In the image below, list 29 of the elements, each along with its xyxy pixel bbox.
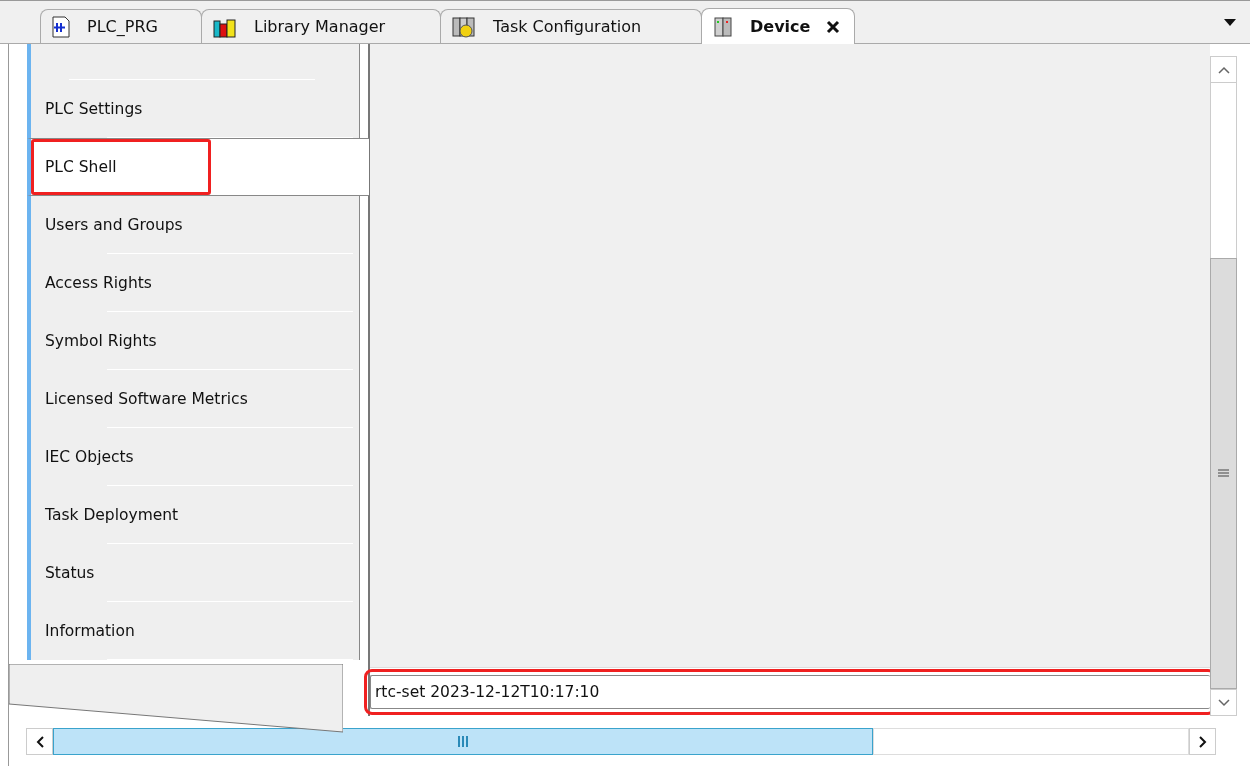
dropdown-icon[interactable] [1224, 19, 1236, 27]
chevron-down-icon [1217, 698, 1230, 707]
close-icon[interactable] [826, 19, 841, 34]
sidebar-item[interactable]: PLC Settings [27, 80, 360, 138]
scroll-left-button[interactable] [26, 728, 53, 755]
sidebar-item[interactable]: Licensed Software Metrics [27, 370, 360, 428]
scroll-right-button[interactable] [1189, 728, 1216, 755]
scroll-up-button[interactable] [1210, 56, 1237, 83]
document-icon [51, 15, 71, 38]
sidebar-item[interactable]: Access Rights [27, 254, 360, 312]
gear-cabinet-icon [451, 15, 477, 38]
grip-icon [1218, 468, 1229, 479]
editor-tab[interactable]: PLC_PRG [40, 9, 202, 43]
chevron-left-icon [35, 735, 44, 748]
editor-tab[interactable]: Device [701, 8, 856, 44]
chevron-up-icon [1217, 65, 1230, 74]
scroll-thumb[interactable] [53, 728, 873, 755]
grip-icon [457, 736, 469, 747]
sidebar-item[interactable]: Status [27, 544, 360, 602]
sidebar-item[interactable]: IEC Objects [27, 428, 360, 486]
sidebar-item[interactable]: Users and Groups [27, 196, 360, 254]
sidebar-item[interactable]: Symbol Rights [27, 312, 360, 370]
sidebar-item[interactable]: Task Deployment [27, 486, 360, 544]
scroll-down-button[interactable] [1210, 689, 1237, 716]
sidebar-item[interactable]: Information [27, 602, 360, 660]
scroll-thumb[interactable] [1210, 258, 1237, 689]
cabinet-icon [712, 15, 734, 38]
chevron-right-icon [1198, 735, 1207, 748]
sidebar-item[interactable]: PLC Shell [27, 138, 369, 196]
